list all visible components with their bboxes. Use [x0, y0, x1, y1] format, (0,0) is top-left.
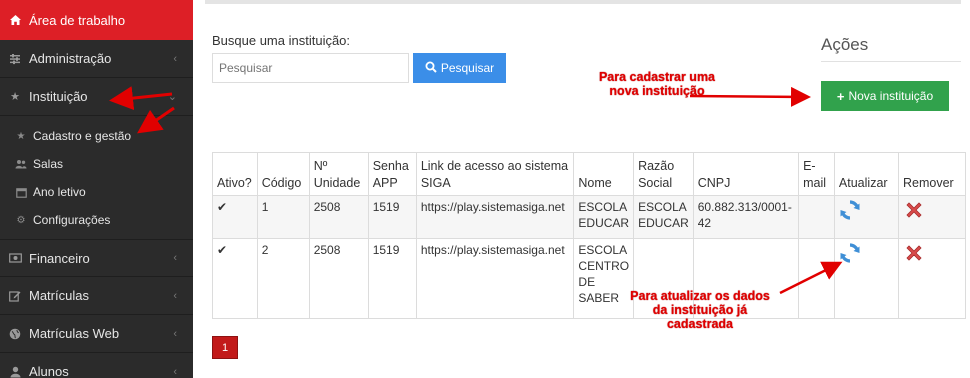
column-header: E-mail	[798, 152, 835, 196]
actions-title: Ações	[821, 35, 869, 54]
cell-remover	[898, 238, 966, 319]
sidebar-item-label: Matrículas	[29, 288, 89, 303]
chevron-left-icon: ‹	[173, 52, 177, 65]
cell-atualizar	[833, 195, 900, 239]
active-check-icon: ✔	[212, 238, 258, 319]
cell-cnpj: 60.882.313/0001-42	[692, 195, 800, 239]
column-header: Remover	[898, 152, 966, 196]
sidebar-item-label: Financeiro	[29, 250, 90, 266]
search-label: Busque uma instituição:	[212, 33, 351, 48]
sidebar-item-alunos[interactable]: Alunos ‹	[0, 353, 193, 378]
sidebar-item-label: Administração	[29, 51, 112, 66]
cell-link: https://play.sistemasiga.net	[415, 238, 575, 319]
sidebar-subitem-salas[interactable]: Salas	[0, 153, 193, 175]
star-icon: ★	[16, 130, 26, 142]
delete-icon[interactable]	[903, 242, 925, 264]
search-input[interactable]	[212, 53, 409, 83]
column-header: Senha APP	[367, 152, 417, 196]
new-institution-button[interactable]: + Nova instituição	[821, 81, 949, 111]
sidebar-subitem-label: Salas	[33, 157, 64, 171]
chevron-left-icon: ‹	[173, 252, 177, 264]
home-icon	[8, 13, 22, 27]
annotation-register: Para cadastrar uma nova instituição	[598, 70, 716, 98]
globe-icon	[8, 327, 22, 341]
sidebar-item-label: Área de trabalho	[29, 12, 126, 28]
sidebar-item-administracao[interactable]: Administração ‹	[0, 40, 193, 78]
column-header: Atualizar	[833, 152, 900, 196]
sidebar-item-matriculas[interactable]: Matrículas ‹	[0, 277, 193, 315]
refresh-icon[interactable]	[839, 199, 861, 221]
cell-senha: 1519	[367, 238, 417, 319]
cell-link: https://play.sistemasiga.net	[415, 195, 575, 239]
group-icon	[15, 158, 27, 170]
table-row: ✔ 1 2508 1519 https://play.sistemasiga.n…	[212, 195, 966, 239]
new-institution-label: Nova instituição	[848, 89, 934, 103]
cell-codigo: 2	[256, 238, 310, 319]
sliders-icon	[8, 52, 22, 66]
sidebar-item-matriculas-web[interactable]: Matrículas Web ‹	[0, 315, 193, 353]
sidebar-item-label: Alunos	[29, 364, 69, 378]
sidebar-subitem-cadastro-e-gestao[interactable]: ★ Cadastro e gestão	[0, 125, 193, 147]
sidebar: Área de trabalho Administração ‹ ★ Insti…	[0, 0, 193, 378]
sidebar-subitem-label: Ano letivo	[33, 185, 86, 199]
cell-email	[798, 195, 835, 239]
cell-remover	[898, 195, 966, 239]
institutions-table: Ativo? Código Nº Unidade Senha APP Link …	[212, 152, 966, 319]
column-header: Ativo?	[212, 152, 258, 196]
sidebar-item-financeiro[interactable]: Financeiro ‹	[0, 239, 193, 277]
column-header: Nº Unidade	[308, 152, 369, 196]
chevron-left-icon: ‹	[173, 289, 177, 302]
cell-razao-social: ESCOLA EDUCAR	[633, 195, 694, 239]
plus-icon: +	[836, 88, 845, 104]
main-content: Busque uma instituição: Pesquisar Ações …	[193, 0, 970, 378]
money-icon	[8, 251, 22, 265]
top-divider	[205, 0, 961, 4]
sidebar-subitem-label: Configurações	[33, 213, 111, 227]
sidebar-item-label: Matrículas Web	[29, 326, 120, 341]
sidebar-subitem-ano-letivo[interactable]: Ano letivo	[0, 181, 193, 203]
cell-atualizar	[833, 238, 900, 319]
cogs-icon: ⚙	[16, 214, 26, 226]
sidebar-item-instituicao[interactable]: ★ Instituição ⌄	[0, 78, 193, 116]
search-icon	[425, 61, 437, 76]
search-button-label: Pesquisar	[440, 61, 495, 75]
column-header: Código	[256, 152, 310, 196]
delete-icon[interactable]	[903, 199, 925, 221]
cell-unidade: 2508	[308, 238, 369, 319]
cell-nome: ESCOLA EDUCAR	[573, 195, 635, 239]
column-header: Razão Social	[633, 152, 694, 196]
refresh-icon[interactable]	[839, 242, 861, 264]
cell-codigo: 1	[256, 195, 310, 239]
sidebar-item-label: Instituição	[29, 89, 88, 104]
actions-divider	[821, 61, 961, 62]
table-row: ✔ 2 2508 1519 https://play.sistemasiga.n…	[212, 238, 966, 319]
cell-nome: ESCOLA CENTRO DE SABER	[573, 238, 635, 319]
sidebar-item-area-de-trabalho[interactable]: Área de trabalho	[0, 0, 193, 40]
cell-email	[798, 238, 835, 319]
column-header: Link de acesso ao sistema SIGA	[415, 152, 575, 196]
sidebar-subitem-label: Cadastro e gestão	[33, 129, 132, 143]
column-header: CNPJ	[692, 152, 800, 196]
cell-unidade: 2508	[308, 195, 369, 239]
sidebar-subitem-configuracoes[interactable]: ⚙ Configurações	[0, 209, 193, 231]
chevron-left-icon: ‹	[173, 365, 177, 378]
star-icon: ★	[10, 91, 20, 103]
chevron-left-icon: ‹	[173, 327, 177, 340]
cell-senha: 1519	[367, 195, 417, 239]
annotation-update: Para atualizar os dados da instituição j…	[630, 289, 770, 331]
edit-icon	[8, 289, 22, 303]
search-button[interactable]: Pesquisar	[413, 53, 506, 83]
active-check-icon: ✔	[212, 195, 258, 239]
column-header: Nome	[573, 152, 635, 196]
chevron-down-icon: ⌄	[167, 91, 177, 103]
pagination-page[interactable]: 1	[212, 336, 238, 359]
user-icon	[8, 365, 22, 378]
calendar-icon	[15, 186, 27, 198]
